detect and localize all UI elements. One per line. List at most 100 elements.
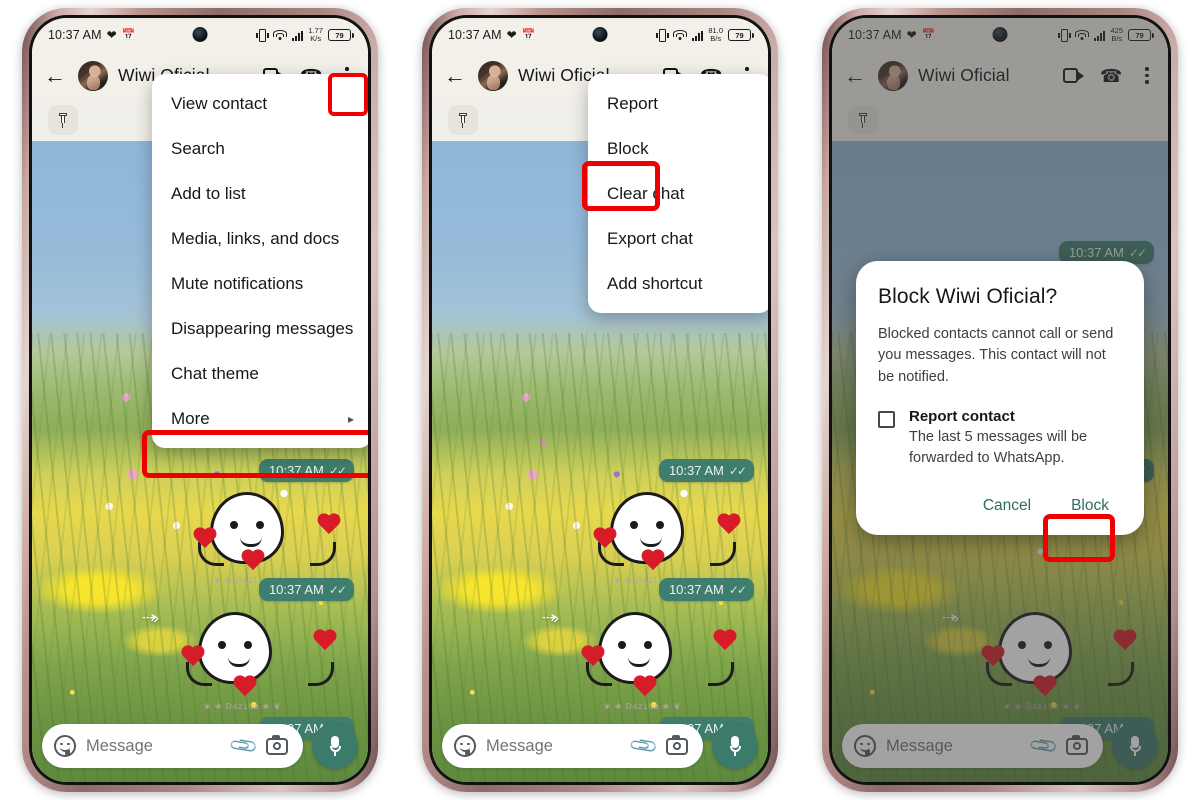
block-confirm-button[interactable]: Block — [1058, 489, 1122, 523]
menu-item-disappearing-messages[interactable]: Disappearing messages — [152, 306, 368, 351]
heart-icon — [640, 550, 666, 574]
status-bar-2: 10:37 AM ❤ 📅 81.0 B/s 79 — [432, 18, 768, 52]
menu-item-media-links-docs[interactable]: Media, links, and docs — [152, 216, 368, 261]
menu-item-label: Clear chat — [607, 183, 685, 203]
dialog-body-text: Blocked contacts cannot call or send you… — [878, 326, 1114, 385]
signal-icon — [692, 30, 704, 41]
phone-bezel-2: 10:37 AM ❤ 📅 81.0 B/s 79 ← Wiwi Oficial … — [429, 15, 771, 785]
status-time: 10:37 AM — [448, 28, 502, 42]
network-speed-2: 81.0 B/s — [708, 27, 723, 43]
heart-icon: ❤ — [106, 28, 117, 42]
message-time: 10:37 AM — [668, 582, 724, 597]
menu-item-chat-theme[interactable]: Chat theme — [152, 351, 368, 396]
menu-item-label: Chat theme — [171, 363, 259, 383]
menu-item-label: More — [171, 408, 210, 428]
read-receipt-ticks: ✓✓ — [328, 582, 347, 597]
heart-icon — [312, 630, 338, 654]
heart-icon — [580, 646, 606, 670]
menu-item-block[interactable]: Block — [588, 126, 768, 171]
report-contact-description: The last 5 messages will be forwarded to… — [909, 429, 1088, 467]
menu-item-mute-notifications[interactable]: Mute notifications — [152, 261, 368, 306]
overflow-submenu-2[interactable]: Report Block Clear chat Export chat Add … — [588, 74, 768, 313]
pushpin-icon[interactable] — [448, 105, 478, 135]
sticker-watermark: ❦ ❀ Daz16a ❀ ❦ — [204, 702, 282, 711]
menu-item-report[interactable]: Report — [588, 81, 768, 126]
message-composer-2: Message 📎 — [432, 720, 768, 782]
heart-icon: ❤ — [506, 28, 517, 42]
menu-item-label: Search — [171, 138, 225, 158]
chevron-right-icon: ▸ — [347, 411, 354, 426]
heart-icon — [712, 630, 738, 654]
phone-bezel-3: 10:37 AM ❤ 📅 425 B/s 79 ← Wiwi Oficial ☎… — [829, 15, 1171, 785]
heart-icon — [716, 514, 742, 538]
message-time: 10:37 AM — [268, 582, 324, 597]
camera-icon[interactable] — [666, 734, 688, 755]
battery-percent: 79 — [335, 30, 344, 40]
status-bar-left-1: 10:37 AM ❤ 📅 — [48, 28, 135, 42]
dialog-actions: Cancel Block — [878, 489, 1122, 523]
heart-icon — [632, 676, 658, 700]
pushpin-icon[interactable] — [48, 105, 78, 135]
network-speed-1: 1.77 K/s — [308, 27, 323, 43]
phone-frame-2: 10:37 AM ❤ 📅 81.0 B/s 79 ← Wiwi Oficial … — [422, 8, 778, 792]
emoji-icon[interactable] — [54, 735, 76, 757]
contact-avatar[interactable] — [478, 60, 508, 91]
emoji-icon[interactable] — [454, 735, 476, 757]
back-arrow-icon[interactable]: ← — [442, 64, 468, 87]
menu-item-more[interactable]: More ▸ — [152, 396, 368, 441]
menu-item-view-contact[interactable]: View contact — [152, 81, 368, 126]
menu-item-label: Block — [607, 138, 649, 158]
paperclip-icon[interactable]: 📎 — [227, 729, 261, 763]
message-input-pill[interactable]: Message 📎 — [42, 724, 303, 768]
vibrate-icon — [656, 28, 670, 42]
message-input-pill[interactable]: Message 📎 — [442, 724, 703, 768]
overflow-menu-1[interactable]: View contact Search Add to list Media, l… — [152, 74, 368, 448]
report-contact-label: Report contact — [909, 408, 1015, 426]
camera-icon[interactable] — [266, 734, 288, 755]
net-speed-unit: K/s — [310, 34, 322, 43]
wifi-icon — [673, 29, 688, 41]
menu-item-add-shortcut[interactable]: Add shortcut — [588, 261, 768, 306]
menu-item-label: Add to list — [171, 183, 246, 203]
phone-panel-1: 10:37 AM ❤ 📅 1.77 K/s 79 ← Wiwi 10:37 AM… — [0, 0, 400, 800]
sticker-message-2[interactable]: ❦ ❀ Daz16a ❀ ❦ — [180, 596, 340, 726]
phone-frame-1: 10:37 AM ❤ 📅 1.77 K/s 79 ← Wiwi 10:37 AM… — [22, 8, 378, 792]
heart-icon — [180, 646, 206, 670]
phone-screen-1: 10:37 AM ❤ 📅 1.77 K/s 79 ← Wiwi 10:37 AM… — [32, 18, 368, 782]
menu-item-add-to-list[interactable]: Add to list — [152, 171, 368, 216]
vibrate-icon — [256, 28, 270, 42]
menu-item-label: Report — [607, 93, 659, 113]
menu-item-clear-chat[interactable]: Clear chat — [588, 171, 768, 216]
microphone-icon[interactable] — [312, 723, 358, 769]
status-bar-1: 10:37 AM ❤ 📅 1.77 K/s 79 — [32, 18, 368, 52]
sticker-message-2[interactable]: ❦ ❀ Daz16a ❀ ❦ — [580, 596, 740, 726]
dialog-title: Block Wiwi Oficial? — [878, 285, 1058, 308]
battery-icon: 79 — [328, 29, 354, 41]
message-input[interactable]: Message — [486, 737, 622, 756]
report-contact-checkbox-row[interactable]: Report contact The last 5 messages will … — [878, 408, 1122, 469]
paperclip-icon[interactable]: 📎 — [627, 729, 661, 763]
cancel-button[interactable]: Cancel — [970, 489, 1044, 523]
phone-screen-2: 10:37 AM ❤ 📅 81.0 B/s 79 ← Wiwi Oficial … — [432, 18, 768, 782]
phone-panel-3: 10:37 AM ❤ 📅 425 B/s 79 ← Wiwi Oficial ☎… — [800, 0, 1200, 800]
phone-frame-3: 10:37 AM ❤ 📅 425 B/s 79 ← Wiwi Oficial ☎… — [822, 8, 1178, 792]
menu-item-label: View contact — [171, 93, 268, 113]
phone-bezel-1: 10:37 AM ❤ 📅 1.77 K/s 79 ← Wiwi 10:37 AM… — [29, 15, 371, 785]
menu-item-label: Media, links, and docs — [171, 228, 340, 248]
front-camera-punchhole — [592, 27, 608, 42]
status-time: 10:37 AM — [48, 28, 102, 42]
forwarded-arrow-icon: ⇢› — [542, 608, 559, 627]
menu-item-label: Mute notifications — [171, 273, 304, 293]
report-contact-checkbox[interactable] — [878, 411, 895, 429]
message-composer-1: Message 📎 — [32, 720, 368, 782]
calendar-icon: 📅 — [121, 28, 136, 41]
microphone-icon[interactable] — [712, 723, 758, 769]
message-input[interactable]: Message — [86, 737, 222, 756]
back-arrow-icon[interactable]: ← — [42, 64, 68, 87]
wifi-icon — [273, 29, 288, 41]
heart-icon — [592, 528, 618, 552]
menu-item-search[interactable]: Search — [152, 126, 368, 171]
heart-icon — [232, 676, 258, 700]
contact-avatar[interactable] — [78, 60, 108, 91]
menu-item-export-chat[interactable]: Export chat — [588, 216, 768, 261]
